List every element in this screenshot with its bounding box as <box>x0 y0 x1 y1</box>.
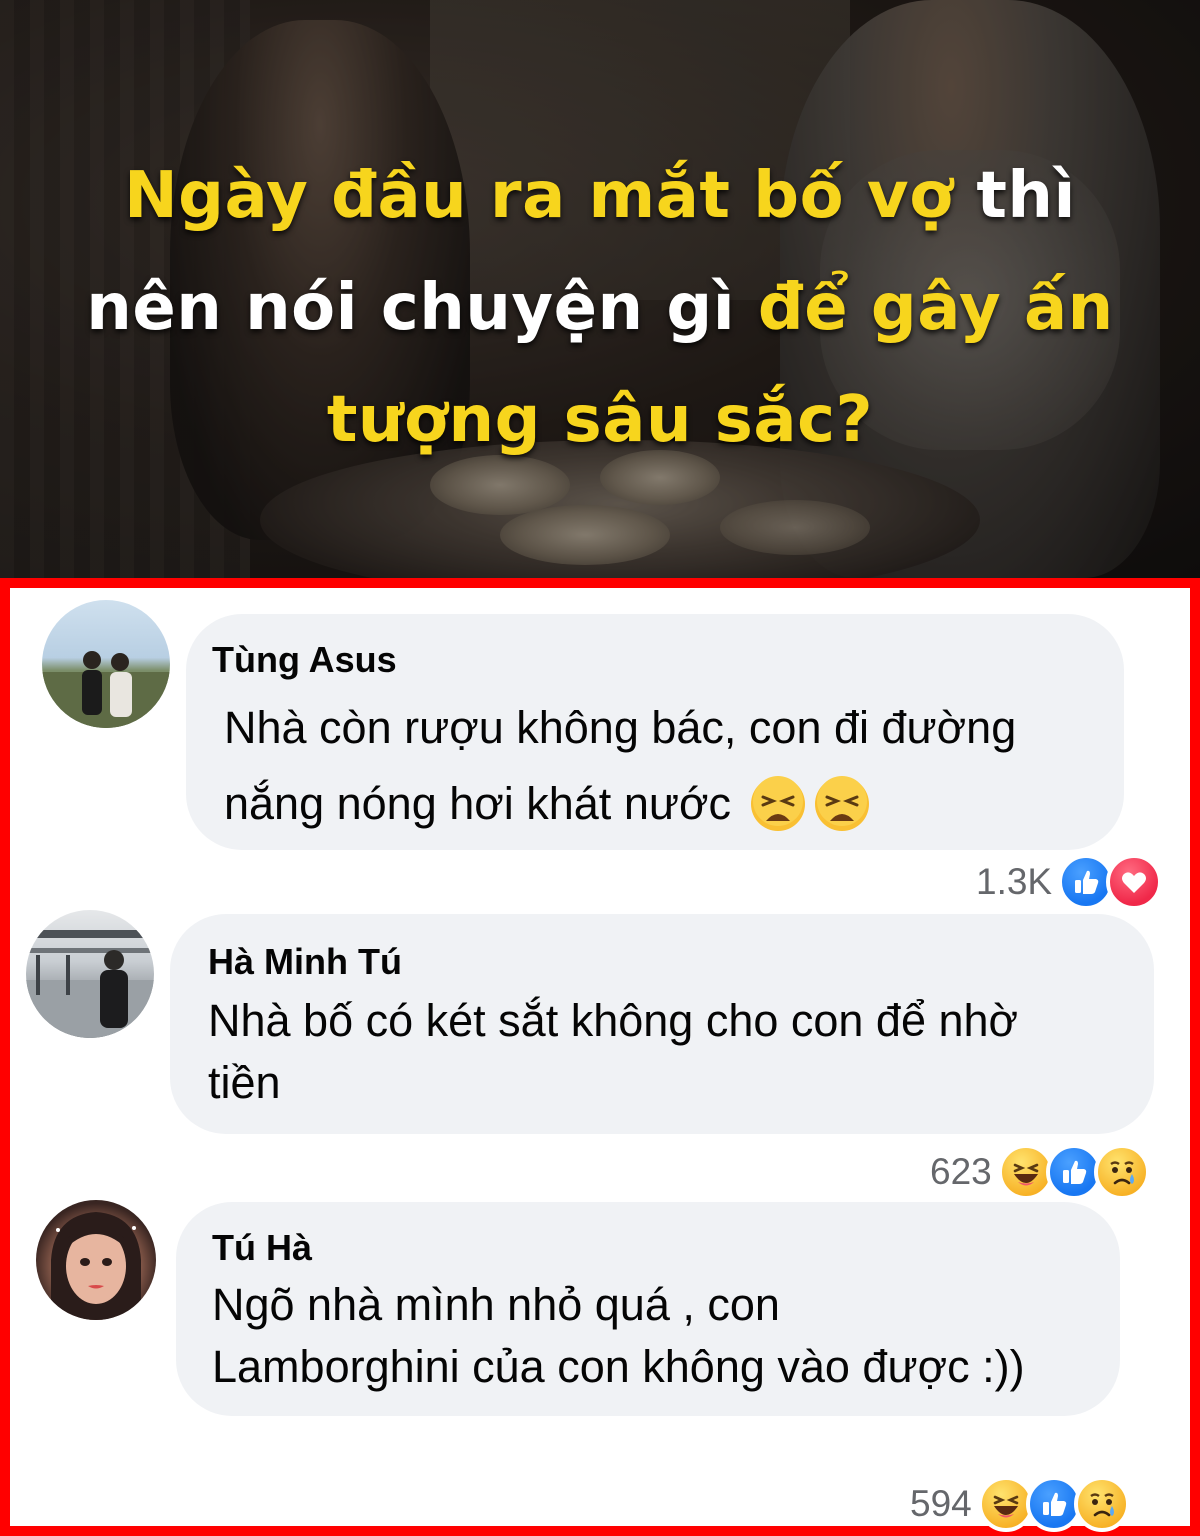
comment-bubble[interactable]: Tùng Asus Nhà còn rượu không bác, con đi… <box>186 614 1124 850</box>
comment-text-line: Lamborghini của con không vào được :)) <box>212 1341 1025 1392</box>
headline-line-2: nên nói chuyện gì để gây ấn <box>86 271 1114 345</box>
comment-author[interactable]: Tú Hà <box>212 1228 1120 1268</box>
comment-bubble[interactable]: Hà Minh Tú Nhà bố có két sắt không cho c… <box>170 914 1154 1134</box>
comment-text-line: Ngõ nhà mình nhỏ quá , con <box>212 1279 780 1330</box>
comment-author[interactable]: Hà Minh Tú <box>208 942 1154 982</box>
comment-author[interactable]: Tùng Asus <box>212 640 1124 680</box>
reaction-summary[interactable]: 623 <box>930 1144 1150 1200</box>
comments-panel: Tùng Asus Nhà còn rượu không bác, con đi… <box>0 578 1200 1536</box>
sad-reaction-icon <box>1073 1476 1130 1532</box>
comment-text-line: tiền <box>208 1057 281 1108</box>
sad-reaction-icon <box>1093 1144 1150 1200</box>
comment-text-line: Nhà bố có két sắt không cho con để nhờ <box>208 995 1019 1046</box>
reaction-summary[interactable]: 594 <box>910 1476 1130 1532</box>
header-banner-image: Ngày đầu ra mắt bố vợ thì nên nói chuyện… <box>0 0 1200 578</box>
headline-line-1: Ngày đầu ra mắt bố vợ thì <box>124 159 1076 233</box>
reaction-count: 623 <box>930 1151 992 1192</box>
headline-line-3: tượng sâu sắc? <box>326 383 874 457</box>
tired-face-emoji <box>750 776 805 831</box>
love-reaction-icon <box>1106 854 1163 910</box>
reaction-count: 594 <box>910 1483 972 1524</box>
avatar[interactable] <box>26 910 154 1038</box>
tired-face-emoji <box>814 776 869 831</box>
comment-text-line: nắng nóng hơi khát nước <box>224 764 1124 844</box>
comment-text-line: Nhà còn rượu không bác, con đi đường <box>224 702 1017 753</box>
reaction-summary[interactable]: 1.3K <box>976 854 1163 910</box>
avatar[interactable] <box>36 1200 156 1320</box>
avatar[interactable] <box>42 600 170 728</box>
reaction-count: 1.3K <box>976 861 1053 902</box>
comment-bubble[interactable]: Tú Hà Ngõ nhà mình nhỏ quá , con Lamborg… <box>176 1202 1120 1416</box>
avatar-photo-man-in-hall <box>26 930 154 1038</box>
emoji-group <box>749 775 871 833</box>
avatar-photo-girl <box>51 1212 141 1320</box>
headline-title: Ngày đầu ra mắt bố vợ thì nên nói chuyện… <box>0 140 1200 476</box>
avatar-photo-two-people <box>42 651 170 728</box>
